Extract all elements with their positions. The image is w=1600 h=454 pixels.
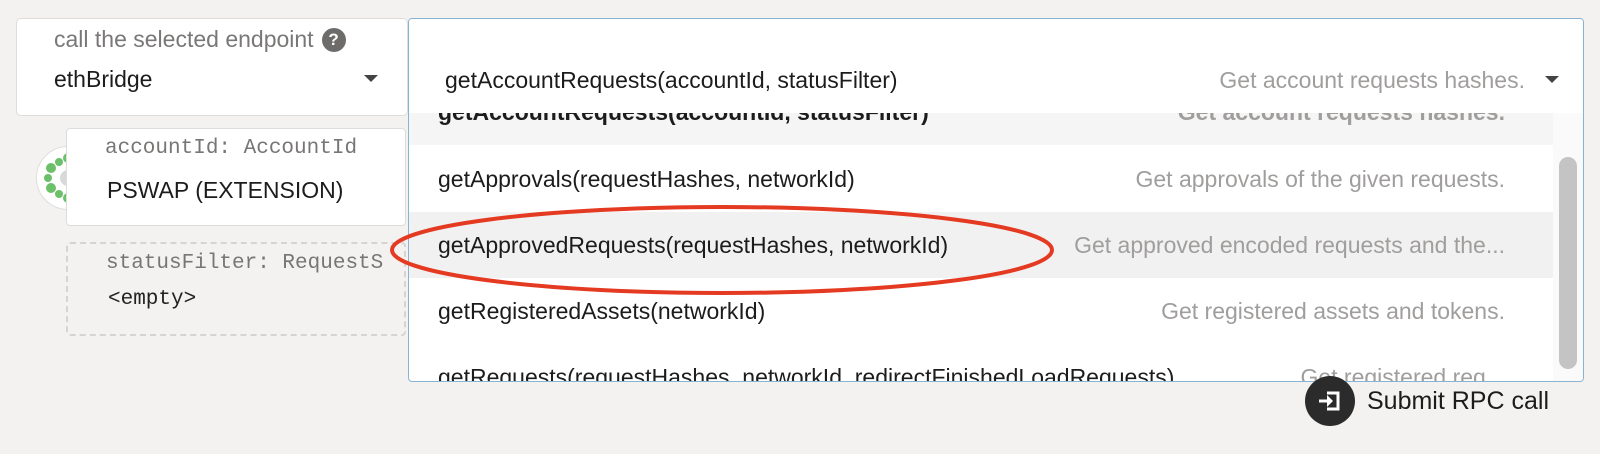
option-description: Get registered assets and tokens. — [1161, 297, 1505, 324]
section-value[interactable]: ethBridge — [54, 66, 152, 93]
option-method: getRequests(requestHashes, networkId, re… — [438, 363, 1175, 382]
question-circle-icon[interactable]: ? — [321, 27, 346, 52]
param-label: accountId: AccountId — [105, 137, 358, 160]
sign-in-icon — [1305, 376, 1355, 426]
section-label: call the selected endpoint — [54, 26, 314, 52]
option-method: getApprovals(requestHashes, networkId) — [438, 165, 855, 192]
option-method: getApprovedRequests(requestHashes, netwo… — [438, 231, 949, 258]
dropdown-option[interactable]: getRegisteredAssets(networkId) Get regis… — [409, 278, 1553, 344]
param-account-id[interactable]: accountId: AccountId PSWAP (EXTENSION) — [66, 128, 406, 226]
selected-method-description: Get account requests hashes. — [1219, 67, 1525, 93]
param-label: statusFilter: RequestS — [106, 252, 384, 275]
section-chevron-down-icon[interactable] — [364, 75, 378, 82]
dropdown-option[interactable]: getApprovals(requestHashes, networkId) G… — [409, 146, 1553, 212]
param-value[interactable]: PSWAP (EXTENSION) — [107, 177, 343, 204]
submit-label: Submit RPC call — [1367, 386, 1549, 415]
method-dropdown-header[interactable]: getAccountRequests(accountId, statusFilt… — [409, 19, 1583, 113]
param-value[interactable]: <empty> — [108, 288, 196, 311]
dropdown-scrollbar-thumb[interactable] — [1559, 157, 1577, 369]
param-status-filter[interactable]: statusFilter: RequestS <empty> — [66, 242, 406, 336]
option-description: Get approvals of the given requests. — [1135, 165, 1506, 192]
method-dropdown[interactable]: getAccountRequests(accountId, statusFilt… — [408, 18, 1584, 382]
section-label-row: call the selected endpoint ? — [54, 26, 346, 53]
option-description: Get approved encoded requests and the... — [1074, 231, 1505, 258]
dropdown-option[interactable]: getApprovedRequests(requestHashes, netwo… — [409, 212, 1553, 278]
selected-method: getAccountRequests(accountId, statusFilt… — [445, 67, 898, 93]
method-chevron-down-icon[interactable] — [1545, 76, 1559, 83]
submit-rpc-button[interactable]: Submit RPC call — [1305, 376, 1549, 426]
option-method: getRegisteredAssets(networkId) — [438, 297, 766, 324]
